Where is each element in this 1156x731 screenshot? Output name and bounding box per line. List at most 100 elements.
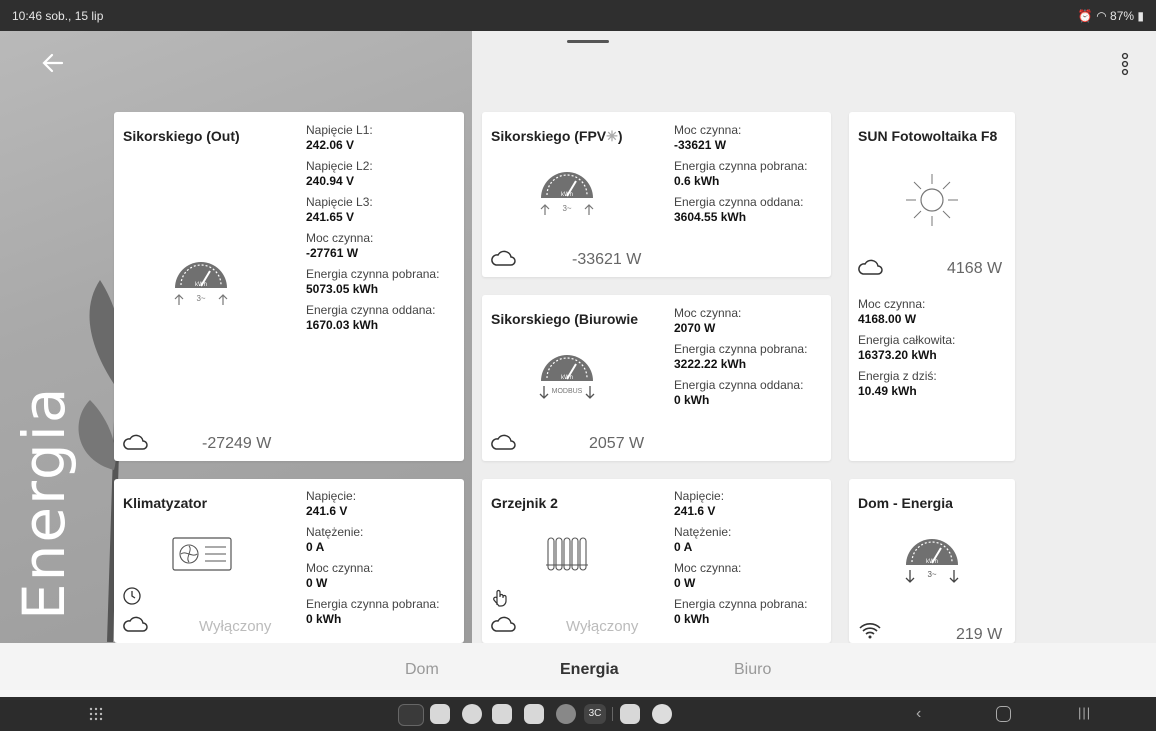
current-power: 219 W — [956, 626, 1003, 643]
current-power: 2057 W — [589, 435, 645, 452]
bottom-tabs: Dom Energia Biuro — [0, 643, 1156, 697]
sun-icon — [906, 174, 958, 226]
stat-value: 0 kWh — [306, 612, 342, 626]
svg-text:kWh: kWh — [926, 559, 938, 565]
card-title: Sikorskiego (FPV✳) — [491, 128, 671, 145]
nav-home-icon[interactable] — [996, 706, 1011, 722]
stat-active-power: Moc czynna: 0 W — [674, 561, 807, 591]
app-fox-icon[interactable] — [398, 704, 424, 726]
stat-label: Energia czynna pobrana: — [674, 597, 808, 611]
battery-level: 87% — [1110, 9, 1135, 23]
status-right: ⏰ ◠ 87% ▮ — [1078, 9, 1144, 23]
stat-value: 241.6 V — [306, 504, 348, 518]
stat-value: 5073.05 kWh — [306, 282, 379, 296]
stat-label: Energia z dziś: — [858, 369, 937, 383]
svg-text:kWh: kWh — [561, 375, 573, 381]
card-title: Sikorskiego (Biurowie — [491, 311, 639, 327]
app-mail-icon[interactable] — [430, 704, 450, 724]
app-maps-icon[interactable] — [620, 704, 640, 724]
svg-text:3~: 3~ — [196, 294, 205, 303]
nav-recents-icon[interactable]: ||| — [1078, 705, 1091, 720]
stat-active-power: Moc czynna: -27761 W — [306, 231, 439, 261]
current-power: -33621 W — [572, 251, 642, 268]
device-card-sikorskiego-out[interactable]: Sikorskiego (Out) kWh 3~ -27249 W Napięc… — [114, 112, 464, 461]
svg-text:kWh: kWh — [561, 192, 573, 198]
device-card-dom-energia[interactable]: Dom - Energia kWh 3~ 219 W — [849, 479, 1015, 643]
stat-value: 1670.03 kWh — [306, 318, 379, 332]
stat-label: Energia całkowita: — [858, 333, 956, 347]
energy-meter-icon: kWh MODBUS — [539, 355, 595, 399]
cloud-icon — [491, 434, 516, 450]
stat-value: 0 kWh — [674, 612, 710, 626]
radiator-icon — [546, 537, 588, 571]
stat-energy-consumed: Energia czynna pobrana: 0 kWh — [306, 597, 439, 627]
stat-value: 3222.22 kWh — [674, 357, 747, 371]
page-title: Energia — [10, 385, 78, 620]
stat-energy-consumed: Energia czynna pobrana: 0.6 kWh — [674, 159, 807, 189]
drag-handle[interactable] — [567, 40, 609, 43]
stat-value: 0 A — [306, 540, 325, 554]
stat-energy-consumed: Energia czynna pobrana: 3222.22 kWh — [674, 342, 807, 372]
more-vert-icon[interactable] — [1115, 50, 1135, 78]
svg-text:kWh: kWh — [195, 282, 207, 288]
stat-energy-returned: Energia czynna oddana: 1670.03 kWh — [306, 303, 439, 333]
cloud-icon — [123, 434, 148, 450]
device-card-klimatyzator[interactable]: Klimatyzator Wyłączony Napięcie: 241.6 V … — [114, 479, 464, 643]
stat-value: -33621 W — [674, 138, 727, 152]
stat-active-power: Moc czynna: -33621 W — [674, 123, 807, 153]
card-title: Klimatyzator — [123, 495, 208, 511]
stat-value: 241.65 V — [306, 210, 355, 224]
power-status: Wyłączony — [199, 618, 272, 635]
stats-list: Moc czynna: 2070 W Energia czynna pobrana… — [674, 306, 807, 414]
stat-current: Natężenie: 0 A — [306, 525, 439, 555]
clock-icon — [123, 587, 141, 605]
stat-active-power: Moc czynna: 2070 W — [674, 306, 807, 336]
hand-icon — [493, 589, 507, 607]
device-card-sikorskiego-biurowiec[interactable]: Sikorskiego (Biurowie kWh MODBUS 2057 W … — [482, 295, 831, 461]
stats-list: Moc czynna: 4168.00 W Energia całkowita: 1… — [858, 297, 955, 405]
tab-biuro[interactable]: Biuro — [734, 661, 771, 679]
device-card-sikorskiego-fpv[interactable]: Sikorskiego (FPV✳) kWh 3~ -33621 W Moc c… — [482, 112, 831, 277]
stat-active-power: Moc czynna: 4168.00 W — [858, 297, 955, 327]
card-title: SUN Fotowoltaika F8 — [858, 128, 998, 144]
navbar-divider — [612, 707, 613, 721]
stats-list: Napięcie: 241.6 V Natężenie: 0 A Moc czynn… — [306, 489, 439, 633]
app-chat-icon[interactable] — [462, 704, 482, 724]
battery-icon: ▮ — [1137, 9, 1144, 23]
stat-voltage: Napięcie: 241.6 V — [674, 489, 807, 519]
stat-label: Moc czynna: — [306, 231, 374, 245]
nav-back-icon[interactable]: ‹ — [916, 705, 921, 723]
app-spotify-icon[interactable] — [652, 704, 672, 724]
tab-dom[interactable]: Dom — [405, 661, 439, 679]
energy-meter-icon: kWh 3~ — [905, 539, 959, 583]
app-files-icon[interactable] — [524, 704, 544, 724]
app-notes-icon[interactable] — [492, 704, 512, 724]
system-navbar: 3C ‹ ||| — [0, 697, 1156, 731]
device-card-sun-fotowoltaika[interactable]: SUN Fotowoltaika F8 4168 W Moc czynna: 41… — [849, 112, 1015, 461]
stat-value: 2070 W — [674, 321, 716, 335]
cloud-icon — [858, 259, 883, 275]
stat-label: Moc czynna: — [674, 561, 742, 575]
card-title: Dom - Energia — [858, 495, 953, 511]
back-arrow-icon[interactable] — [40, 50, 66, 76]
stat-label: Moc czynna: — [306, 561, 374, 575]
stat-energy-total: Energia całkowita: 16373.20 kWh — [858, 333, 955, 363]
app-grid-icon[interactable] — [88, 706, 104, 722]
stat-voltage-l1: Napięcie L1: 242.06 V — [306, 123, 439, 153]
app-3c-icon[interactable]: 3C — [584, 704, 606, 724]
alarm-icon: ⏰ — [1077, 9, 1093, 23]
stat-value: -27761 W — [306, 246, 359, 260]
energy-meter-icon: kWh 3~ — [540, 172, 594, 215]
device-card-grzejnik-2[interactable]: Grzejnik 2 Wyłączony Napięcie: 241.6 V Na… — [482, 479, 831, 643]
tab-energia[interactable]: Energia — [560, 661, 619, 679]
svg-text:3~: 3~ — [562, 204, 571, 213]
stat-label: Energia czynna oddana: — [306, 303, 436, 317]
current-power: -27249 W — [202, 435, 272, 452]
stat-label: Moc czynna: — [674, 306, 742, 320]
wifi-icon — [859, 623, 881, 639]
stat-value: 0 W — [674, 576, 696, 590]
app-whatsapp-icon[interactable] — [556, 704, 576, 724]
stat-voltage-l3: Napięcie L3: 241.65 V — [306, 195, 439, 225]
svg-text:MODBUS: MODBUS — [552, 388, 583, 395]
card-title-suffix: ) — [617, 128, 623, 144]
